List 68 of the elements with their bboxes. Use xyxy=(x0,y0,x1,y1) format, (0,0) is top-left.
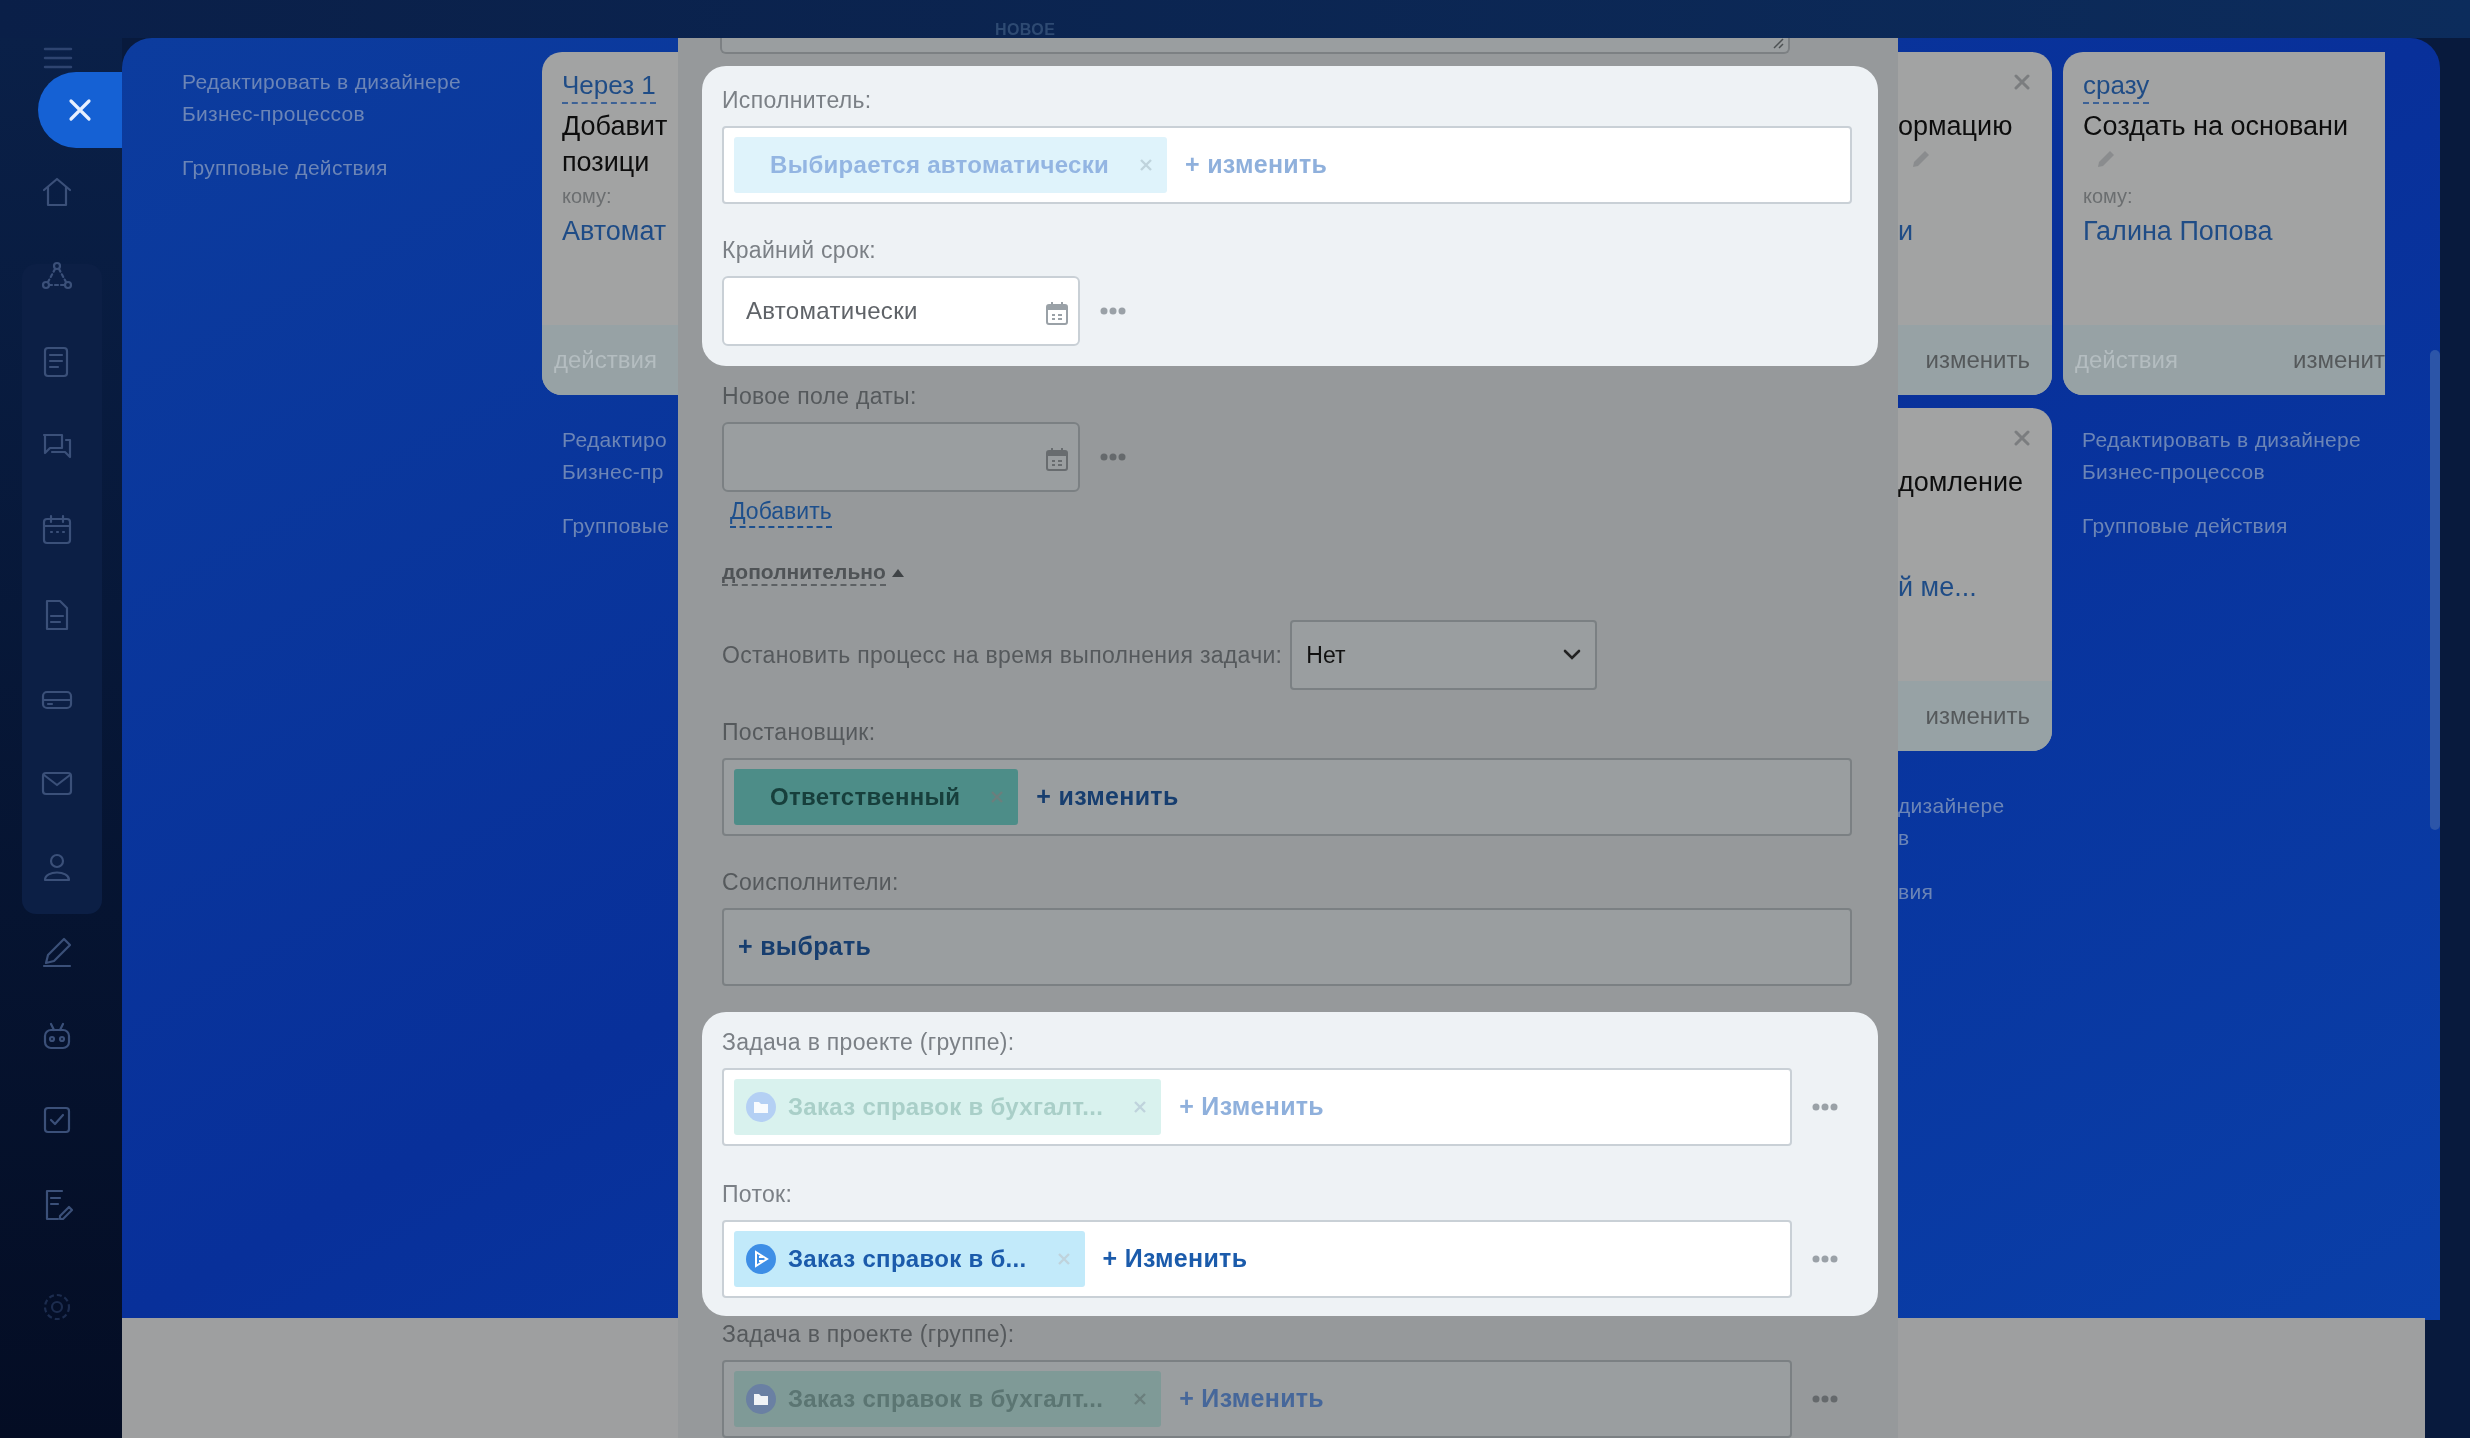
timing-link[interactable]: Через 1 xyxy=(562,68,656,104)
field-label: Соисполнители: xyxy=(722,868,900,897)
link[interactable]: Редактировать в дизайнере Бизнес-процессов xyxy=(2082,424,2382,488)
selector-field[interactable]: Ответственный + изменить xyxy=(722,758,1852,836)
link[interactable]: Групповые действия xyxy=(2082,510,2382,542)
field-label: Задача в проекте (группе): xyxy=(722,1320,1016,1349)
close-icon[interactable] xyxy=(2014,74,2030,90)
more-icon[interactable] xyxy=(1100,453,1126,461)
selector-field[interactable]: Заказ справок в б... + Изменить xyxy=(722,1220,1792,1298)
change-link[interactable]: изменить xyxy=(1925,698,2030,734)
resize-handle-icon[interactable] xyxy=(1772,38,1784,49)
more-options-toggle[interactable]: дополнительно xyxy=(722,558,904,588)
change-link[interactable]: + изменить xyxy=(1036,778,1179,816)
close-icon xyxy=(67,97,93,123)
more-icon[interactable] xyxy=(1812,1395,1838,1403)
remove-icon[interactable] xyxy=(990,790,1005,804)
text-area[interactable] xyxy=(720,38,1790,54)
close-icon[interactable] xyxy=(2014,430,2030,446)
change-link[interactable]: + изменить xyxy=(1185,146,1328,184)
change-link[interactable]: + Изменить xyxy=(1179,1088,1324,1126)
folder-icon xyxy=(746,1092,776,1122)
field-label: Исполнитель: xyxy=(722,86,873,115)
flow-icon xyxy=(746,1244,776,1274)
timing-link[interactable]: сразу xyxy=(2083,68,2150,104)
recipient-link[interactable]: и xyxy=(1898,212,1914,250)
menu-icon[interactable] xyxy=(43,46,73,70)
recipient-link[interactable]: Галина Попова xyxy=(2083,212,2273,250)
field-label: Новое поле даты: xyxy=(722,382,918,411)
card-title: ормацию xyxy=(1898,110,2014,143)
card-title: Добавит позици xyxy=(562,110,669,179)
pencil-icon[interactable] xyxy=(1910,148,1932,170)
link[interactable]: дизайнере в xyxy=(1898,790,2048,854)
recipient-link[interactable]: Автомат xyxy=(562,212,667,250)
pencil-icon[interactable] xyxy=(2095,148,2117,170)
field-label: Задача в проекте (группе): xyxy=(722,1028,1016,1057)
card-title: домление xyxy=(1898,466,2025,499)
chevron-down-icon xyxy=(1563,649,1582,661)
card-title: Создать на основани xyxy=(2083,110,2350,143)
more-icon[interactable] xyxy=(1100,307,1126,315)
select-field[interactable]: Нет xyxy=(1290,620,1598,690)
field-label: Крайний срок: xyxy=(722,236,878,265)
change-link[interactable]: изменит xyxy=(2293,342,2385,378)
add-link[interactable]: Добавить xyxy=(730,498,832,528)
field-label: Остановить процесс на время выполнения задачи: xyxy=(722,640,1283,670)
link[interactable]: Редактировать в дизайнере Бизнес-процессов xyxy=(182,66,542,130)
field-label: Постановщик: xyxy=(722,718,877,747)
folder-icon xyxy=(746,1384,776,1414)
link[interactable]: Редактиро Бизнес-пр xyxy=(562,424,678,488)
change-link[interactable]: + выбрать xyxy=(738,928,872,966)
change-link[interactable]: + Изменить xyxy=(1179,1380,1324,1418)
calendar-icon[interactable] xyxy=(1046,301,1068,325)
more-icon[interactable] xyxy=(1812,1255,1838,1263)
link[interactable]: Групповые xyxy=(562,510,678,542)
link[interactable]: вия xyxy=(1898,876,2048,908)
date-field[interactable]: Автоматически xyxy=(722,276,1080,346)
chip[interactable]: Ответственный xyxy=(734,769,1019,825)
change-link[interactable]: + Изменить xyxy=(1102,1240,1248,1278)
selector-field[interactable]: + выбрать xyxy=(722,908,1852,986)
date-field[interactable] xyxy=(722,422,1080,492)
chip[interactable]: Заказ справок в б... xyxy=(734,1231,1085,1287)
scrollbar[interactable] xyxy=(2430,350,2440,830)
change-link[interactable]: изменить xyxy=(1925,342,2030,378)
more-icon[interactable] xyxy=(1812,1103,1838,1111)
field-label: Поток: xyxy=(722,1180,794,1209)
link[interactable]: Групповые действия xyxy=(182,152,542,184)
recipient-link[interactable]: й ме... xyxy=(1898,568,1977,606)
calendar-icon[interactable] xyxy=(1046,447,1068,471)
close-button[interactable] xyxy=(38,72,122,148)
